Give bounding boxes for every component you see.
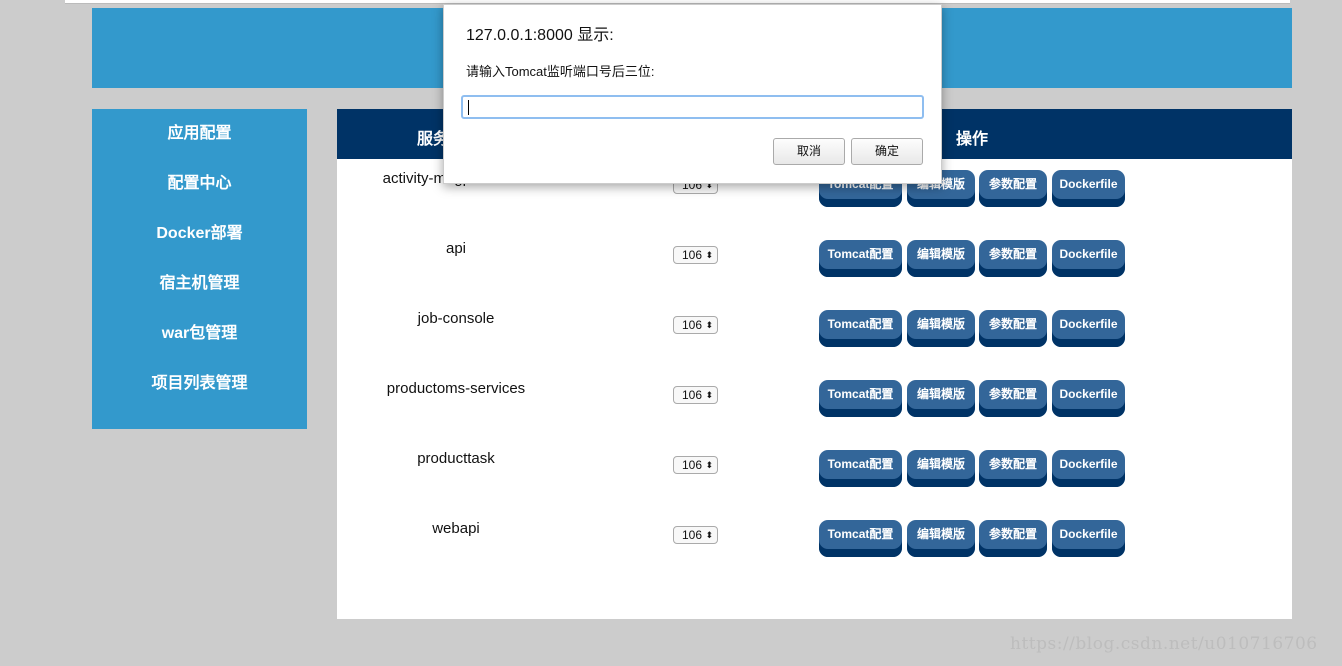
version-select[interactable]: 106 ⬍ [673,456,718,474]
dockerfile-button[interactable]: Dockerfile [1052,240,1125,277]
service-name: webapi [432,520,480,537]
edit-template-button[interactable]: 编辑模版 [907,520,975,557]
service-name: productoms-services [386,380,526,397]
version-value: 106 [682,248,703,262]
select-arrows-icon: ⬍ [705,460,713,470]
sidebar-item-war-management[interactable]: war包管理 [92,309,307,359]
select-arrows-icon: ⬍ [705,250,713,260]
dockerfile-button[interactable]: Dockerfile [1052,450,1125,487]
select-arrows-icon: ⬍ [705,530,713,540]
table-row: job-console 106 ⬍ Tomcat配置 编辑模版 参数配置 Dockerfi… [337,310,1292,380]
edit-template-button[interactable]: 编辑模版 [907,240,975,277]
version-select[interactable]: 106 ⬍ [673,386,718,404]
param-config-button[interactable]: 参数配置 [979,380,1047,417]
port-input[interactable] [461,95,924,119]
version-select[interactable]: 106 ⬍ [673,316,718,334]
version-value: 106 [682,318,703,332]
dialog-title: 127.0.0.1:8000 显示: [466,27,614,44]
ok-button[interactable]: 确定 [851,138,923,165]
sidebar-item-docker-deploy[interactable]: Docker部署 [92,209,307,259]
param-config-button[interactable]: 参数配置 [979,240,1047,277]
sidebar-item-host-management[interactable]: 宿主机管理 [92,259,307,309]
version-select[interactable]: 106 ⬍ [673,526,718,544]
tomcat-config-button[interactable]: Tomcat配置 [819,520,902,557]
edit-template-button[interactable]: 编辑模版 [907,310,975,347]
sidebar-item-app-config[interactable]: 应用配置 [92,109,307,159]
tomcat-config-button[interactable]: Tomcat配置 [819,310,902,347]
version-value: 106 [682,458,703,472]
sidebar: 应用配置 配置中心 Docker部署 宿主机管理 war包管理 项目列表管理 [92,109,307,429]
service-name: api [445,240,467,257]
service-name: producttask [417,450,495,467]
version-value: 106 [682,528,703,542]
table-row: api 106 ⬍ Tomcat配置 编辑模版 参数配置 Dockerfile [337,240,1292,310]
cancel-button[interactable]: 取消 [773,138,845,165]
version-value: 106 [682,388,703,402]
dockerfile-button[interactable]: Dockerfile [1052,520,1125,557]
tomcat-config-button[interactable]: Tomcat配置 [819,450,902,487]
edit-template-button[interactable]: 编辑模版 [907,380,975,417]
table-row: webapi 106 ⬍ Tomcat配置 编辑模版 参数配置 Dockerfile [337,520,1292,590]
watermark: https://blog.csdn.net/u010716706 [1010,634,1318,654]
table-row: productoms-services 106 ⬍ Tomcat配置 编辑模版 参数配置… [337,380,1292,450]
prompt-dialog: 127.0.0.1:8000 显示: 请输入Tomcat监听端口号后三位: 取消… [443,4,942,184]
sidebar-item-config-center[interactable]: 配置中心 [92,159,307,209]
tomcat-config-button[interactable]: Tomcat配置 [819,380,902,417]
dockerfile-button[interactable]: Dockerfile [1052,170,1125,207]
service-table: 服务 操作 activity-magpiefestival 106⬍Tomcat… [337,109,1292,619]
tomcat-config-button[interactable]: Tomcat配置 [819,240,902,277]
select-arrows-icon: ⬍ [705,390,713,400]
dialog-message: 请输入Tomcat监听端口号后三位: [466,64,655,79]
edit-template-button[interactable]: 编辑模版 [907,450,975,487]
param-config-button[interactable]: 参数配置 [979,450,1047,487]
param-config-button[interactable]: 参数配置 [979,310,1047,347]
param-config-button[interactable]: 参数配置 [979,170,1047,207]
dockerfile-button[interactable]: Dockerfile [1052,310,1125,347]
column-header-actions: 操作 [956,131,989,148]
service-name: job-console [417,310,495,327]
sidebar-item-project-list[interactable]: 项目列表管理 [92,359,307,409]
version-select[interactable]: 106 ⬍ [673,246,718,264]
select-arrows-icon: ⬍ [705,320,713,330]
dockerfile-button[interactable]: Dockerfile [1052,380,1125,417]
param-config-button[interactable]: 参数配置 [979,520,1047,557]
table-row: producttask 106 ⬍ Tomcat配置 编辑模版 参数配置 Dockerfi… [337,450,1292,520]
